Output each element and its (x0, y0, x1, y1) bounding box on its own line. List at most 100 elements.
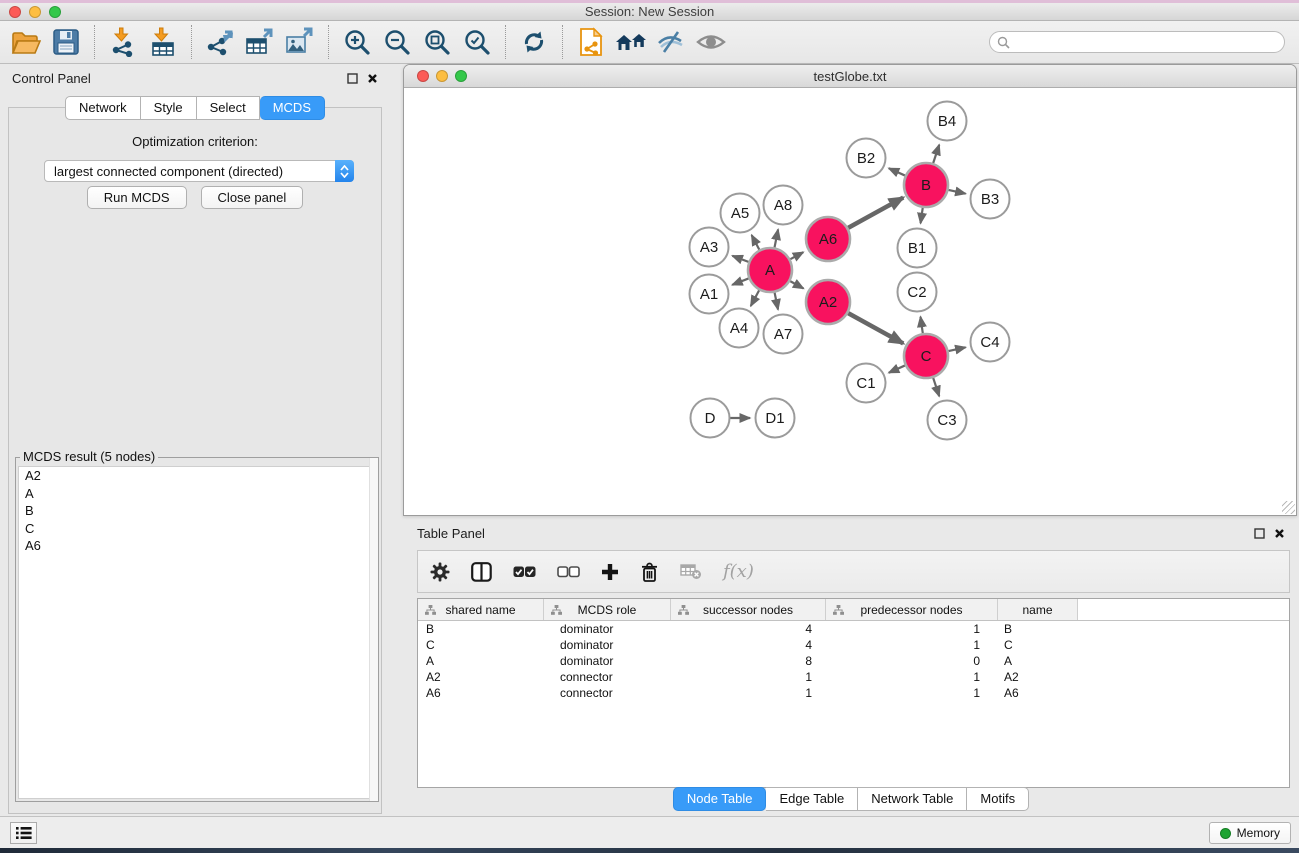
graph-edge-A-A3[interactable] (732, 256, 748, 262)
table-cell[interactable]: 8 (671, 653, 826, 669)
table-cell[interactable]: 1 (671, 669, 826, 685)
table-cell[interactable]: A6 (418, 685, 544, 701)
table-cell[interactable]: connector (544, 669, 671, 685)
network-overview-icon[interactable] (611, 23, 651, 61)
tab-node-table[interactable]: Node Table (673, 787, 767, 811)
refresh-view-icon[interactable] (514, 23, 554, 61)
import-table-icon[interactable] (143, 23, 183, 61)
graph-node-A2[interactable]: A2 (806, 280, 850, 324)
table-row[interactable]: Bdominator41B (418, 621, 1289, 637)
column-header-successor-nodes[interactable]: successor nodes (671, 599, 826, 620)
table-cell[interactable]: A (998, 653, 1078, 669)
graph-node-A6[interactable]: A6 (806, 217, 850, 261)
graph-edge-A-A1[interactable] (732, 278, 748, 284)
graph-node-A1[interactable]: A1 (690, 275, 729, 314)
graph-edge-B-B3[interactable] (948, 190, 965, 194)
table-cell[interactable]: 1 (671, 685, 826, 701)
table-cell[interactable]: dominator (544, 653, 671, 669)
graph-edge-C-C2[interactable] (920, 317, 922, 333)
table-row[interactable]: Adominator80A (418, 653, 1289, 669)
graph-node-C2[interactable]: C2 (898, 273, 937, 312)
graph-edge-A2-C[interactable] (848, 313, 903, 343)
graph-node-A8[interactable]: A8 (764, 186, 803, 225)
network-minimize-button[interactable] (436, 70, 448, 82)
close-panel-button[interactable]: Close panel (201, 186, 304, 209)
show-columns-icon[interactable] (471, 557, 492, 587)
result-list-scrollbar[interactable] (369, 458, 378, 801)
graph-edge-C-C1[interactable] (889, 365, 905, 372)
zoom-selected-icon[interactable] (457, 23, 497, 61)
graph-edge-A-A7[interactable] (775, 293, 778, 310)
column-header-name[interactable]: name (998, 599, 1078, 620)
new-network-from-file-icon[interactable] (571, 23, 611, 61)
float-panel-icon[interactable] (1254, 528, 1265, 539)
column-header-MCDS-role[interactable]: MCDS role (544, 599, 671, 620)
table-row[interactable]: A6connector11A6 (418, 685, 1289, 701)
search-box[interactable] (989, 31, 1285, 53)
graph-node-D1[interactable]: D1 (756, 399, 795, 438)
export-table-icon[interactable] (240, 23, 280, 61)
graph-edge-A-A5[interactable] (752, 235, 760, 250)
graph-node-A5[interactable]: A5 (721, 194, 760, 233)
graph-node-B[interactable]: B (904, 163, 948, 207)
search-input[interactable] (1015, 35, 1277, 49)
table-cell[interactable]: A2 (998, 669, 1078, 685)
select-all-columns-icon[interactable] (513, 557, 536, 587)
save-session-icon[interactable] (46, 23, 86, 61)
run-mcds-button[interactable]: Run MCDS (87, 186, 187, 209)
tab-network[interactable]: Network (65, 96, 141, 120)
deselect-all-columns-icon[interactable] (557, 557, 580, 587)
table-row[interactable]: A2connector11A2 (418, 669, 1289, 685)
optimization-criterion-dropdown[interactable]: largest connected component (directed) (44, 160, 354, 182)
result-list-item[interactable]: A2 (19, 467, 375, 485)
graph-edge-B-B4[interactable] (933, 145, 939, 163)
network-window-titlebar[interactable]: testGlobe.txt (404, 65, 1296, 88)
tab-network-table[interactable]: Network Table (858, 787, 967, 811)
table-cell[interactable]: B (418, 621, 544, 637)
graph-node-A[interactable]: A (748, 248, 792, 292)
graph-node-A7[interactable]: A7 (764, 315, 803, 354)
network-maximize-button[interactable] (455, 70, 467, 82)
table-cell[interactable]: 1 (826, 637, 998, 653)
float-panel-icon[interactable] (347, 73, 358, 84)
tab-motifs[interactable]: Motifs (967, 787, 1029, 811)
add-column-icon[interactable] (601, 557, 619, 587)
network-close-button[interactable] (417, 70, 429, 82)
graph-node-B2[interactable]: B2 (847, 139, 886, 178)
graph-node-C1[interactable]: C1 (847, 364, 886, 403)
tab-select[interactable]: Select (197, 96, 260, 120)
table-cell[interactable]: dominator (544, 621, 671, 637)
table-cell[interactable]: connector (544, 685, 671, 701)
minimize-window-button[interactable] (29, 6, 41, 18)
graph-edge-A-A8[interactable] (775, 230, 779, 248)
graph-edge-A-A2[interactable] (790, 281, 803, 288)
show-graphics-details-icon[interactable] (691, 23, 731, 61)
table-cell[interactable]: 0 (826, 653, 998, 669)
graph-node-A4[interactable]: A4 (720, 309, 759, 348)
graph-node-D[interactable]: D (691, 399, 730, 438)
graph-node-B1[interactable]: B1 (898, 229, 937, 268)
graph-edge-B-B1[interactable] (921, 208, 923, 223)
graph-node-C[interactable]: C (904, 334, 948, 378)
table-cell[interactable]: 1 (826, 669, 998, 685)
result-list-item[interactable]: C (19, 520, 375, 538)
graph-edge-A-A4[interactable] (751, 290, 759, 306)
open-session-icon[interactable] (6, 23, 46, 61)
table-cell[interactable]: 1 (826, 685, 998, 701)
export-image-icon[interactable] (280, 23, 320, 61)
memory-button[interactable]: Memory (1209, 822, 1291, 844)
table-cell[interactable]: B (998, 621, 1078, 637)
graph-edge-B-B2[interactable] (889, 168, 905, 175)
table-cell[interactable]: A2 (418, 669, 544, 685)
apply-function-fx-icon[interactable]: f(x) (723, 561, 754, 582)
delete-column-trash-icon[interactable] (640, 557, 659, 587)
table-settings-gear-icon[interactable] (430, 557, 450, 587)
table-cell[interactable]: C (418, 637, 544, 653)
table-row[interactable]: Cdominator41C (418, 637, 1289, 653)
graph-node-C4[interactable]: C4 (971, 323, 1010, 362)
close-window-button[interactable] (9, 6, 21, 18)
export-network-icon[interactable] (200, 23, 240, 61)
maximize-window-button[interactable] (49, 6, 61, 18)
graph-edge-C-C4[interactable] (948, 347, 965, 351)
result-list-item[interactable]: A (19, 485, 375, 503)
